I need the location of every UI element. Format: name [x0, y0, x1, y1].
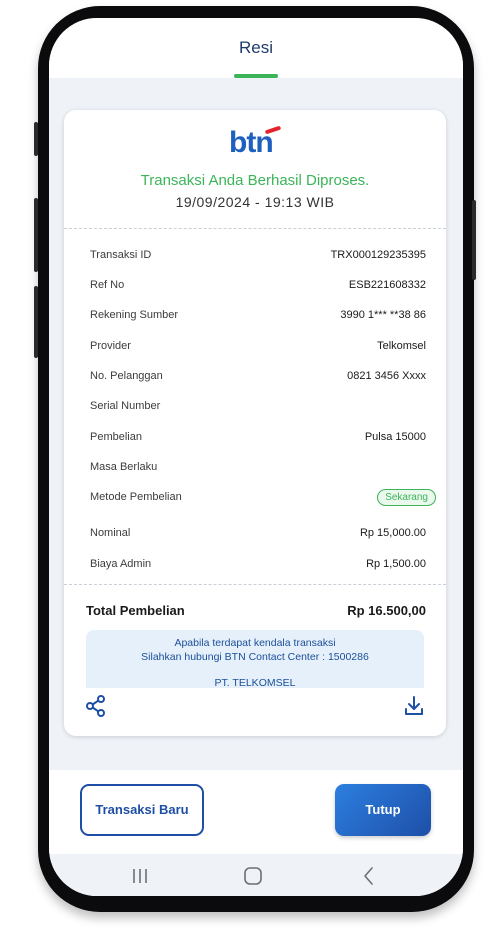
- system-navigation-bar: [49, 854, 463, 896]
- page-title: Resi: [238, 38, 273, 57]
- title-indicator: [234, 74, 278, 78]
- row-label: Serial Number: [90, 400, 161, 412]
- row-value: Rp 1,500.00: [366, 558, 426, 570]
- row-label: Ref No: [90, 279, 125, 291]
- total-value: Rp 16.500,00: [347, 603, 426, 618]
- receipt-row-purchase-method: Metode Pembelian Sekarang: [90, 488, 436, 506]
- row-label: Provider: [90, 340, 131, 352]
- row-label: Rekening Sumber: [90, 309, 179, 321]
- receipt-card: btn Transaksi Anda Berhasil Diproses. 19…: [64, 110, 446, 736]
- receipt-row-provider: Provider Telkomsel: [90, 337, 426, 355]
- row-label: Metode Pembelian: [90, 491, 182, 503]
- btn-logo: btn: [229, 122, 285, 159]
- info-line: Silahkan hubungi BTN Contact Center : 15…: [141, 651, 369, 663]
- total-label: Total Pembelian: [86, 603, 185, 618]
- phone-side-button: [472, 200, 476, 280]
- row-label: Pembelian: [90, 431, 142, 443]
- success-message: Transaksi Anda Berhasil Diproses.: [140, 172, 370, 189]
- receipt-row-source-account: Rekening Sumber 3990 1*** **38 86: [90, 306, 426, 324]
- action-bar: Transaksi Baru Tutup: [49, 770, 463, 854]
- close-button[interactable]: Tutup: [335, 784, 431, 836]
- provider-name: PT. TELKOMSEL: [214, 677, 296, 689]
- receipt-row-admin-fee: Biaya Admin Rp 1,500.00: [90, 555, 426, 573]
- app-screen: Resi btn Transaksi Anda Berhasil Diprose…: [49, 18, 463, 896]
- receipt-row-transaction-id: Transaksi ID TRX000129235395: [90, 246, 426, 264]
- info-line: Apabila terdapat kendala transaksi: [174, 637, 336, 649]
- row-label: Biaya Admin: [90, 558, 152, 570]
- contact-info-box: Apabila terdapat kendala transaksi Silah…: [86, 630, 424, 689]
- row-value: ESB221608332: [348, 279, 426, 291]
- receipt-row-serial-number: Serial Number: [90, 397, 426, 415]
- recents-icon[interactable]: [128, 864, 152, 888]
- share-icon[interactable]: [84, 694, 108, 718]
- divider: [64, 584, 446, 585]
- new-transaction-button[interactable]: Transaksi Baru: [80, 784, 204, 836]
- status-badge: Sekarang: [377, 489, 436, 506]
- row-value: Telkomsel: [377, 340, 426, 352]
- row-value: Rp 15,000.00: [359, 527, 426, 539]
- home-icon[interactable]: [241, 864, 265, 888]
- row-label: Masa Berlaku: [90, 461, 158, 473]
- divider: [64, 228, 446, 229]
- transaction-datetime: 19/09/2024 - 19:13 WIB: [175, 194, 335, 210]
- total-row: Total Pembelian Rp 16.500,00: [86, 603, 426, 621]
- back-icon[interactable]: [357, 864, 381, 888]
- phone-side-button: [34, 286, 38, 358]
- receipt-row-validity: Masa Berlaku: [90, 458, 426, 476]
- phone-side-button: [34, 122, 38, 156]
- row-label: Transaksi ID: [90, 249, 152, 261]
- receipt-row-customer-number: No. Pelanggan 0821 3456 Xxxx: [90, 367, 426, 385]
- receipt-row-nominal: Nominal Rp 15,000.00: [90, 524, 426, 542]
- row-value: TRX000129235395: [330, 249, 426, 261]
- receipt-row-purchase: Pembelian Pulsa 15000: [90, 428, 426, 446]
- row-label: No. Pelanggan: [90, 370, 163, 382]
- row-value: 0821 3456 Xxxx: [347, 370, 426, 382]
- app-header: Resi: [49, 18, 463, 78]
- download-icon[interactable]: [402, 694, 426, 718]
- row-value: 3990 1*** **38 86: [340, 309, 426, 321]
- receipt-row-ref-no: Ref No ESB221608332: [90, 276, 426, 294]
- row-label: Nominal: [90, 527, 131, 539]
- phone-side-button: [34, 198, 38, 272]
- row-value: Pulsa 15000: [364, 431, 426, 443]
